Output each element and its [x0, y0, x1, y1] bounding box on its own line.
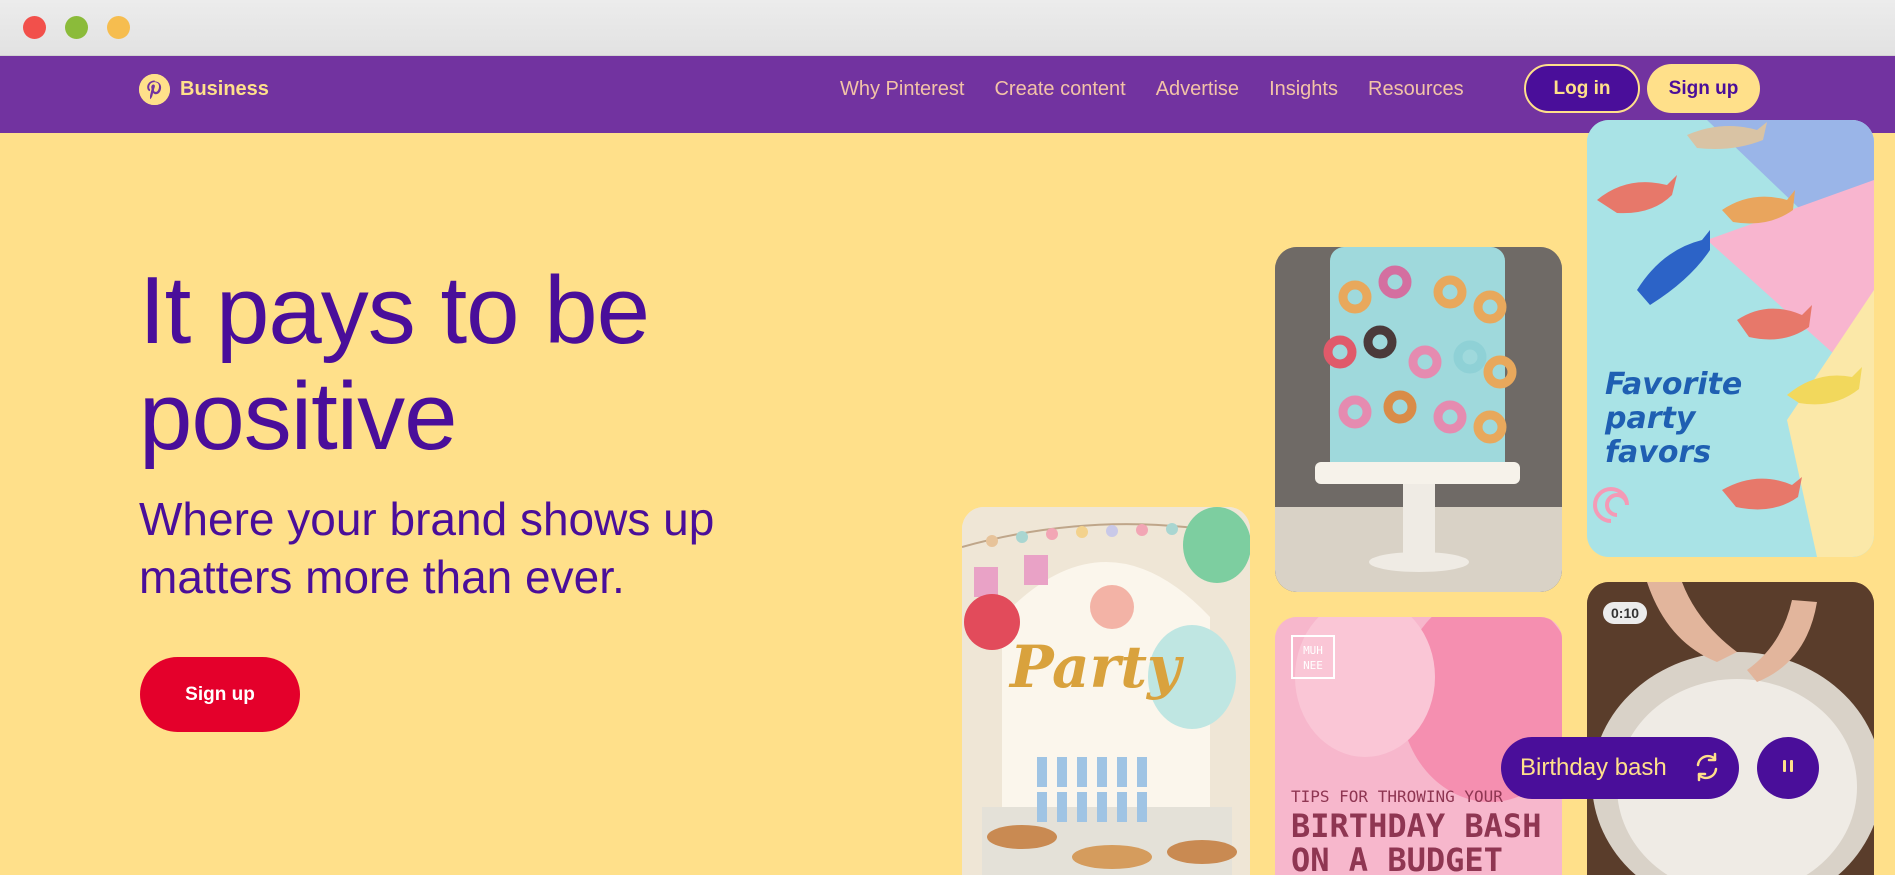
- hero-title: It pays to be positive: [139, 257, 650, 470]
- tips-small-heading: TIPS FOR THROWING YOUR: [1291, 787, 1503, 806]
- topic-label: Birthday bash: [1520, 754, 1667, 781]
- party-favors-tile[interactable]: Favorite party favors: [1587, 120, 1874, 557]
- nav-why-pinterest[interactable]: Why Pinterest: [840, 78, 964, 101]
- brand-home-link[interactable]: Business: [139, 74, 269, 105]
- nav-links: Why Pinterest Create content Advertise I…: [840, 78, 1494, 101]
- donut-cake-image: [1275, 247, 1562, 592]
- party-favors-text: Favorite party favors: [1605, 367, 1743, 470]
- maximize-window-button[interactable]: [107, 16, 130, 39]
- brand-label: Business: [180, 78, 269, 100]
- browser-chrome: [0, 0, 1895, 56]
- topic-switch-button[interactable]: Birthday bash: [1501, 737, 1739, 799]
- baking-video-tile[interactable]: 0:10: [1587, 582, 1874, 875]
- minimize-window-button[interactable]: [65, 16, 88, 39]
- refresh-icon: [1691, 751, 1723, 788]
- muh-nee-logo: MUH NEE: [1291, 635, 1335, 679]
- party-balloon-text: Party: [1008, 633, 1185, 701]
- baking-video-image: [1587, 582, 1874, 875]
- login-button[interactable]: Log in: [1524, 64, 1640, 113]
- nav-insights[interactable]: Insights: [1269, 78, 1338, 101]
- nav-resources[interactable]: Resources: [1368, 78, 1464, 101]
- pause-icon: [1779, 757, 1797, 780]
- party-favors-image: [1587, 120, 1874, 557]
- nav-signup-button[interactable]: Sign up: [1647, 64, 1760, 113]
- party-decor-image: Party: [962, 507, 1250, 875]
- nav-create-content[interactable]: Create content: [994, 78, 1125, 101]
- hero-subtitle: Where your brand shows up matters more t…: [139, 493, 715, 603]
- party-decor-tile[interactable]: Party: [962, 507, 1250, 875]
- donut-cake-tile[interactable]: [1275, 247, 1562, 592]
- tips-big-heading: BIRTHDAY BASH ON A BUDGET: [1291, 807, 1542, 875]
- video-timestamp: 0:10: [1603, 602, 1648, 624]
- close-window-button[interactable]: [23, 16, 46, 39]
- pause-button[interactable]: [1757, 737, 1819, 799]
- pinterest-logo-icon: [139, 74, 170, 105]
- hero-signup-button[interactable]: Sign up: [140, 657, 300, 732]
- nav-advertise[interactable]: Advertise: [1156, 78, 1239, 101]
